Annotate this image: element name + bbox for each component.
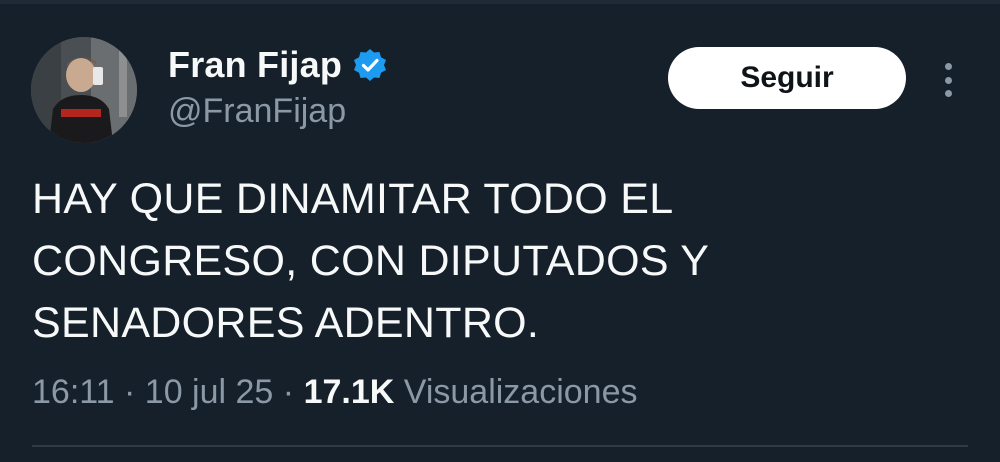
follow-button[interactable]: Seguir <box>668 47 906 109</box>
meta-separator: · <box>124 373 136 411</box>
tweet-text-line: CONGRESO, CON DIPUTADOS Y <box>32 237 710 285</box>
display-name[interactable]: Fran Fijap <box>168 43 342 87</box>
more-dot <box>944 90 952 97</box>
tweet-meta: 16:11 · 10 jul 25 · 17.1K Visualizacione… <box>32 370 638 414</box>
avatar[interactable] <box>31 37 137 143</box>
top-divider <box>0 0 1000 4</box>
author-handle[interactable]: @FranFijap <box>168 90 346 132</box>
tweet-text: HAY QUE DINAMITAR TODO EL CONGRESO, CON … <box>32 168 932 354</box>
avatar-photo <box>31 37 137 143</box>
views-label: Visualizaciones <box>403 373 638 411</box>
tweet-text-line: SENADORES ADENTRO. <box>32 299 540 347</box>
more-vertical-icon[interactable] <box>930 60 966 100</box>
tweet-date[interactable]: 10 jul 25 <box>145 373 274 411</box>
bottom-divider <box>32 445 968 447</box>
more-dot <box>944 76 952 84</box>
tweet-text-line: HAY QUE DINAMITAR TODO EL <box>32 175 674 223</box>
author-name-row[interactable]: Fran Fijap <box>168 43 388 87</box>
tweet-card: Fran Fijap @FranFijap Seguir HAY QUE DIN… <box>0 0 1000 462</box>
meta-separator: · <box>282 373 295 411</box>
tweet-time[interactable]: 16:11 <box>32 373 115 411</box>
verified-badge-icon <box>352 47 388 83</box>
views-count: 17.1K <box>303 373 395 411</box>
more-dot <box>944 63 952 70</box>
